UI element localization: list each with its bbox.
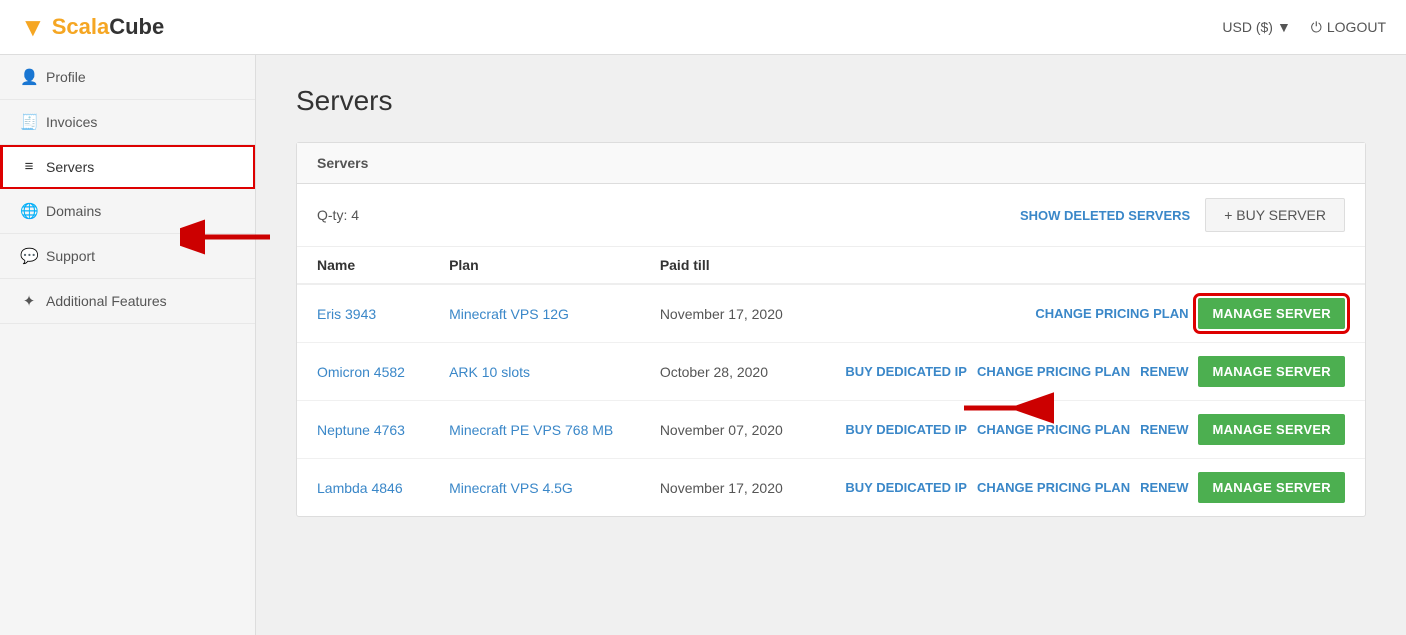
- logout-button[interactable]: ⏻ LOGOUT: [1311, 19, 1386, 36]
- sidebar-item-label-servers: Servers: [46, 159, 94, 175]
- show-deleted-button[interactable]: SHOW DELETED SERVERS: [1020, 208, 1190, 223]
- buy-dedicated-ip-button[interactable]: BUY DEDICATED IP: [845, 422, 967, 437]
- buy-server-button[interactable]: + BUY SERVER: [1205, 198, 1345, 232]
- server-plan-cell: Minecraft VPS 12G: [429, 284, 640, 343]
- panel-header: Servers: [297, 143, 1365, 184]
- invoices-icon: 🧾: [20, 113, 38, 131]
- server-name-cell: Lambda 4846: [297, 459, 429, 517]
- server-name-cell: Neptune 4763: [297, 401, 429, 459]
- servers-panel: Servers Q-ty: 4 SHOW DELETED SERVERS + B…: [296, 142, 1366, 517]
- server-plan-link[interactable]: Minecraft VPS 4.5G: [449, 480, 573, 496]
- table-header-row: Name Plan Paid till: [297, 247, 1365, 284]
- col-actions: [808, 247, 1365, 284]
- server-actions-cell: BUY DEDICATED IP CHANGE PRICING PLAN RENEW…: [808, 343, 1365, 401]
- renew-button[interactable]: RENEW: [1140, 422, 1188, 437]
- currency-label: USD ($): [1222, 19, 1273, 35]
- server-paid-till-cell: November 17, 2020: [640, 459, 808, 517]
- server-plan-link[interactable]: Minecraft VPS 12G: [449, 306, 569, 322]
- server-plan-link[interactable]: ARK 10 slots: [449, 364, 530, 380]
- layout: 👤 Profile 🧾 Invoices ≡ Servers 🌐 Domains…: [0, 55, 1406, 635]
- main-content: Servers Servers Q-ty: 4 SHOW DELETED SER…: [256, 55, 1406, 635]
- sidebar-item-profile[interactable]: 👤 Profile: [0, 55, 255, 100]
- toolbar-actions: SHOW DELETED SERVERS + BUY SERVER: [1020, 198, 1345, 232]
- server-paid-till-cell: October 28, 2020: [640, 343, 808, 401]
- sidebar-item-label-domains: Domains: [46, 203, 101, 219]
- table-row: Neptune 4763 Minecraft PE VPS 768 MB Novem…: [297, 401, 1365, 459]
- table-row: Eris 3943 Minecraft VPS 12G November 17, 2…: [297, 284, 1365, 343]
- logo: ▼ ScalaCube: [20, 12, 164, 43]
- col-name: Name: [297, 247, 429, 284]
- server-name-link[interactable]: Lambda 4846: [317, 480, 403, 496]
- person-icon: 👤: [20, 68, 38, 86]
- support-icon: 💬: [20, 247, 38, 265]
- header-right: USD ($) ▼ ⏻ LOGOUT: [1222, 19, 1386, 36]
- server-paid-till-cell: November 17, 2020: [640, 284, 808, 343]
- header: ▼ ScalaCube USD ($) ▼ ⏻ LOGOUT: [0, 0, 1406, 55]
- server-paid-till-cell: November 07, 2020: [640, 401, 808, 459]
- manage-server-button[interactable]: MANAGE SERVER: [1198, 414, 1345, 445]
- server-actions-cell: CHANGE PRICING PLAN MANAGE SERVER: [808, 284, 1365, 343]
- server-plan-cell: ARK 10 slots: [429, 343, 640, 401]
- sidebar-item-label-additional-features: Additional Features: [46, 293, 167, 309]
- sidebar-item-domains[interactable]: 🌐 Domains: [0, 189, 255, 234]
- logout-icon: ⏻: [1311, 19, 1322, 36]
- sidebar: 👤 Profile 🧾 Invoices ≡ Servers 🌐 Domains…: [0, 55, 256, 635]
- server-name-cell: Eris 3943: [297, 284, 429, 343]
- logout-label: LOGOUT: [1327, 19, 1386, 35]
- server-name-link[interactable]: Neptune 4763: [317, 422, 405, 438]
- table-row: Omicron 4582 ARK 10 slots October 28, 2020…: [297, 343, 1365, 401]
- domains-icon: 🌐: [20, 202, 38, 220]
- sidebar-item-invoices[interactable]: 🧾 Invoices: [0, 100, 255, 145]
- sidebar-item-label-invoices: Invoices: [46, 114, 97, 130]
- server-plan-link[interactable]: Minecraft PE VPS 768 MB: [449, 422, 613, 438]
- server-plan-cell: Minecraft PE VPS 768 MB: [429, 401, 640, 459]
- server-actions-cell: BUY DEDICATED IP CHANGE PRICING PLAN RENEW…: [808, 459, 1365, 517]
- sidebar-item-label-support: Support: [46, 248, 95, 264]
- page-title: Servers: [296, 85, 1366, 117]
- change-pricing-plan-button[interactable]: CHANGE PRICING PLAN: [977, 480, 1130, 495]
- qty-label: Q-ty: 4: [317, 207, 359, 223]
- buy-dedicated-ip-button[interactable]: BUY DEDICATED IP: [845, 480, 967, 495]
- server-name-cell: Omicron 4582: [297, 343, 429, 401]
- manage-server-button[interactable]: MANAGE SERVER: [1198, 356, 1345, 387]
- server-actions-cell: BUY DEDICATED IP CHANGE PRICING PLAN RENEW…: [808, 401, 1365, 459]
- renew-button[interactable]: RENEW: [1140, 364, 1188, 379]
- sidebar-item-additional-features[interactable]: ✦ Additional Features: [0, 279, 255, 324]
- currency-selector[interactable]: USD ($) ▼: [1222, 19, 1290, 35]
- manage-server-button[interactable]: MANAGE SERVER: [1198, 472, 1345, 503]
- sidebar-item-servers[interactable]: ≡ Servers: [0, 145, 255, 189]
- server-name-link[interactable]: Eris 3943: [317, 306, 376, 322]
- server-plan-cell: Minecraft VPS 4.5G: [429, 459, 640, 517]
- col-paid-till: Paid till: [640, 247, 808, 284]
- logo-scala: Scala: [52, 14, 110, 40]
- manage-server-button[interactable]: MANAGE SERVER: [1198, 298, 1345, 329]
- table-row: Lambda 4846 Minecraft VPS 4.5G November 17…: [297, 459, 1365, 517]
- server-name-link[interactable]: Omicron 4582: [317, 364, 405, 380]
- currency-arrow-icon: ▼: [1277, 19, 1291, 35]
- change-pricing-plan-button[interactable]: CHANGE PRICING PLAN: [977, 422, 1130, 437]
- servers-icon: ≡: [20, 158, 38, 175]
- sidebar-item-support[interactable]: 💬 Support: [0, 234, 255, 279]
- buy-dedicated-ip-button[interactable]: BUY DEDICATED IP: [845, 364, 967, 379]
- panel-toolbar: Q-ty: 4 SHOW DELETED SERVERS + BUY SERVE…: [297, 184, 1365, 247]
- renew-button[interactable]: RENEW: [1140, 480, 1188, 495]
- additional-features-icon: ✦: [20, 292, 38, 310]
- servers-table: Name Plan Paid till Eris 3943 Minecraft V…: [297, 247, 1365, 516]
- change-pricing-plan-button[interactable]: CHANGE PRICING PLAN: [1035, 306, 1188, 321]
- logo-cube: Cube: [109, 14, 164, 40]
- logo-icon: ▼: [20, 12, 46, 43]
- change-pricing-plan-button[interactable]: CHANGE PRICING PLAN: [977, 364, 1130, 379]
- sidebar-item-label-profile: Profile: [46, 69, 86, 85]
- col-plan: Plan: [429, 247, 640, 284]
